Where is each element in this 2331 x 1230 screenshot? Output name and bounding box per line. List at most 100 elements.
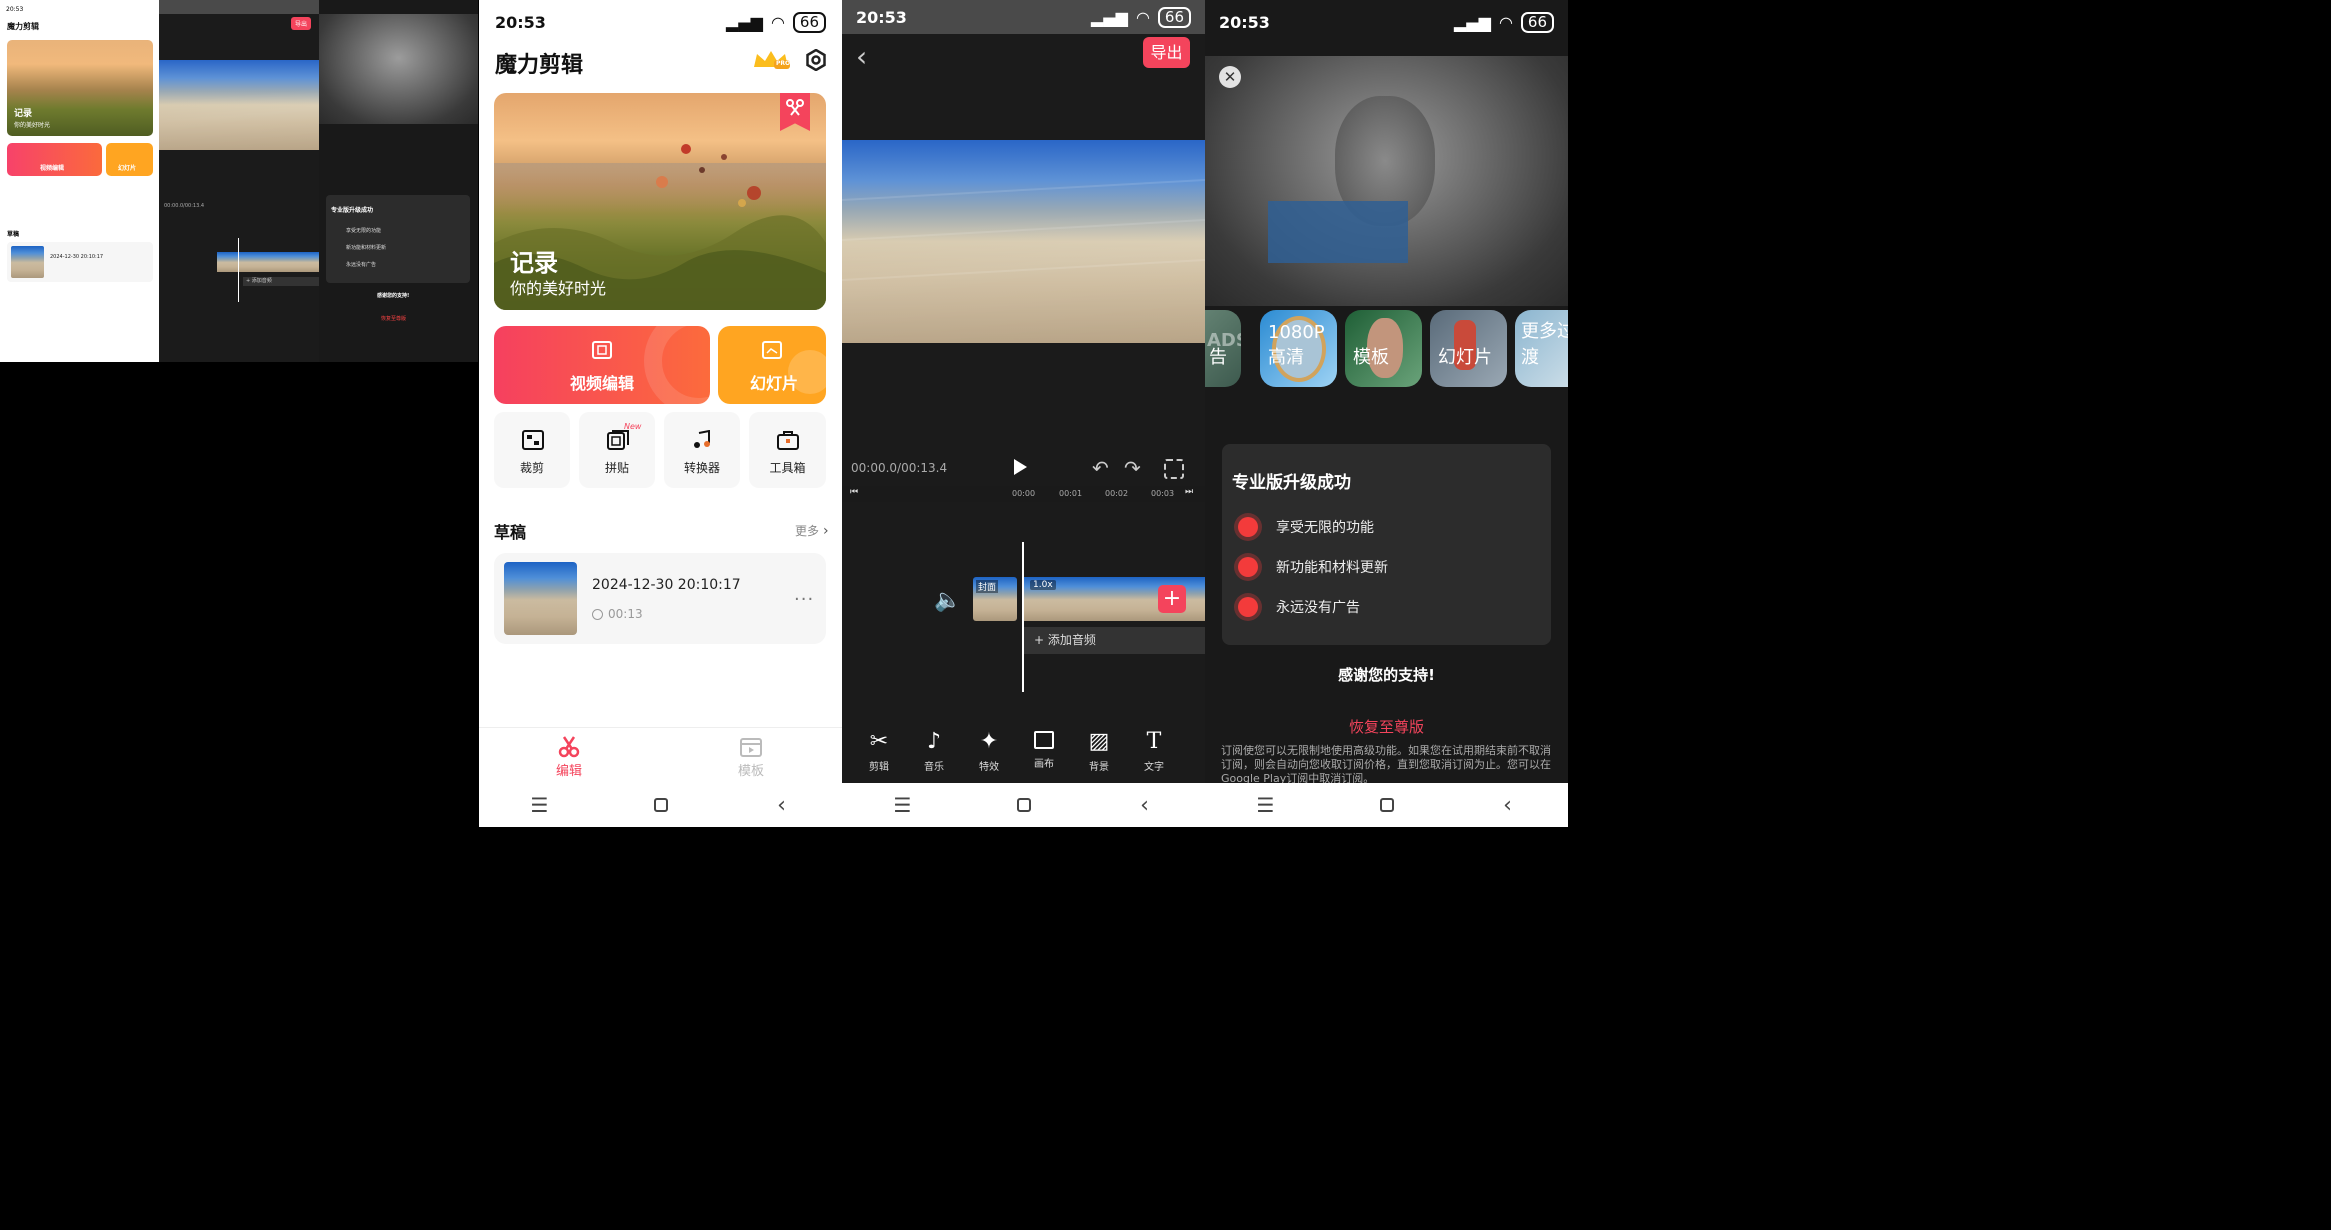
app-title: 魔力剪辑 xyxy=(495,53,584,78)
video-edit-button[interactable]: 视频编辑 xyxy=(494,326,710,404)
add-audio-track[interactable]: + 添加音频 xyxy=(1024,627,1205,654)
play-button[interactable] xyxy=(1014,459,1027,475)
drafts-more-link[interactable]: 更多 › xyxy=(795,522,829,539)
battery-indicator: 66 xyxy=(792,11,826,33)
crown-pro-button[interactable]: PRO xyxy=(751,48,791,72)
pro-status-time: 20:53 xyxy=(1219,12,1270,32)
tool-toolbox[interactable]: 工具箱 xyxy=(749,412,826,488)
mini-video-edit-button[interactable]: 视频编辑 xyxy=(7,143,102,176)
tool-collage[interactable]: New 拼贴 xyxy=(579,412,655,488)
category-card-slideshow[interactable]: 幻灯片 xyxy=(1430,310,1507,387)
scissors-icon xyxy=(786,99,804,116)
tool-crop[interactable]: 裁剪 xyxy=(494,412,570,488)
square-icon xyxy=(653,798,668,812)
skip-end-icon[interactable]: ⏭ xyxy=(1185,487,1193,497)
nav-recents-button[interactable]: ☰ xyxy=(510,783,570,827)
draft-more-button[interactable]: ··· xyxy=(794,589,814,610)
banner-subtitle: 你的美好时光 xyxy=(510,279,607,298)
mini-home-screen[interactable]: 20:53 魔力剪辑 记录 你的美好时光 视频编辑 幻灯片 草稿 2024-12… xyxy=(0,0,159,362)
banner-title: 记录 xyxy=(510,249,558,277)
nav-recents-button[interactable]: ☰ xyxy=(873,783,933,827)
preview-motion-lines xyxy=(842,179,1205,281)
editor-back-button[interactable]: ‹ xyxy=(856,40,867,73)
tool-converter[interactable]: 转换器 xyxy=(664,412,740,488)
tool-clip[interactable]: ✂ 剪辑 xyxy=(864,729,894,773)
mini-pro-screen[interactable]: 专业版升级成功 享受无限的功能 新功能和材料更新 永远没有广告 感谢您的支持! … xyxy=(319,0,478,362)
tool-text[interactable]: T 文字 xyxy=(1139,729,1169,773)
mini-draft-thumbnail xyxy=(11,246,44,278)
square-icon xyxy=(1016,798,1031,812)
playhead[interactable] xyxy=(1022,542,1024,692)
square-icon xyxy=(1379,798,1394,812)
mini-app-title: 魔力剪辑 xyxy=(7,22,39,31)
mini-draft-card[interactable]: 2024-12-30 20:10:17 xyxy=(7,242,153,282)
editor-status-time: 20:53 xyxy=(856,7,907,27)
editor-screen: 20:53 ▂▄▆ ◠ 66 ‹ 导出 00:00.0/00:13.4 ↶ ↷ … xyxy=(842,0,1205,827)
nav-back-button[interactable]: ‹ xyxy=(1478,783,1538,827)
fullscreen-button[interactable] xyxy=(1164,459,1184,479)
mini-export-button[interactable]: 导出 xyxy=(291,17,312,30)
draft-thumbnail xyxy=(504,562,577,635)
tab-template[interactable]: 模板 xyxy=(731,736,771,779)
more-dots-icon: ··· xyxy=(794,589,815,610)
canvas-icon xyxy=(1034,731,1054,749)
nav-recents-button[interactable]: ☰ xyxy=(1236,783,1296,827)
mini-banner: 记录 你的美好时光 xyxy=(7,40,153,136)
slideshow-button[interactable]: 幻灯片 xyxy=(718,326,826,404)
mini-restore[interactable]: 恢复至尊版 xyxy=(381,315,406,322)
mini-pro-card: 专业版升级成功 享受无限的功能 新功能和材料更新 永远没有广告 xyxy=(326,195,470,283)
nav-home-button[interactable] xyxy=(1357,783,1417,827)
close-icon: ✕ xyxy=(1223,68,1237,86)
nav-back-button[interactable]: ‹ xyxy=(752,783,812,827)
mini-add-audio[interactable]: + 添加音频 xyxy=(243,277,319,286)
tool-canvas[interactable]: 画布 xyxy=(1029,729,1059,770)
restore-link[interactable]: 恢复至尊版 xyxy=(1205,716,1568,737)
hero-blue-card xyxy=(1268,201,1408,263)
redo-button[interactable]: ↷ xyxy=(1124,456,1141,480)
signal-icon: ▂▄▆ xyxy=(1454,12,1491,32)
slides-icon xyxy=(762,341,782,359)
nav-back-button[interactable]: ‹ xyxy=(1115,783,1175,827)
benefit-row: 永远没有广告 xyxy=(1238,597,1360,617)
category-card-transitions[interactable]: 更多过渡 xyxy=(1515,310,1568,387)
video-preview xyxy=(842,140,1205,343)
plus-icon: + xyxy=(1162,586,1182,611)
wifi-icon: ◠ xyxy=(770,12,785,32)
category-card-template[interactable]: 模板 xyxy=(1345,310,1422,387)
cover-clip[interactable]: 封面 xyxy=(973,577,1017,621)
mini-pro-hero xyxy=(319,14,478,124)
category-strip: 告 ADS 1080P 高清 模板 幻灯片 更多过渡 xyxy=(1205,310,1568,387)
nav-home-button[interactable] xyxy=(994,783,1054,827)
tool-effects[interactable]: ✦ 特效 xyxy=(974,729,1004,773)
video-edit-decoration xyxy=(644,326,710,404)
draft-date: 2024-12-30 20:10:17 xyxy=(592,577,741,593)
thumbnail-strip: 20:53 魔力剪辑 记录 你的美好时光 视频编辑 幻灯片 草稿 2024-12… xyxy=(0,0,478,362)
category-card-1080p[interactable]: 1080P 高清 xyxy=(1260,310,1337,387)
music-convert-icon xyxy=(694,430,710,448)
status-time: 20:53 xyxy=(495,12,546,32)
category-card-ads[interactable]: 告 ADS xyxy=(1205,310,1241,387)
tool-music[interactable]: ♪ 音乐 xyxy=(919,729,949,773)
home-banner[interactable]: 记录 你的美好时光 xyxy=(494,93,826,310)
collage-icon xyxy=(607,430,629,450)
settings-button[interactable] xyxy=(805,49,827,71)
add-clip-button[interactable]: + xyxy=(1158,585,1186,613)
upgrade-title: 专业版升级成功 xyxy=(1232,473,1351,493)
undo-button[interactable]: ↶ xyxy=(1092,456,1109,480)
nav-home-button[interactable] xyxy=(631,783,691,827)
mini-slideshow-button[interactable]: 幻灯片 xyxy=(106,143,153,176)
tab-edit[interactable]: 编辑 xyxy=(549,736,589,779)
tool-collage-label: 拼贴 xyxy=(604,461,629,475)
background-icon: ▨ xyxy=(1088,729,1110,754)
skip-start-icon[interactable]: ⏮ xyxy=(850,487,858,497)
volume-button[interactable]: 🔈 xyxy=(934,588,961,613)
tool-background[interactable]: ▨ 背景 xyxy=(1084,729,1114,773)
pro-hero-image xyxy=(1205,56,1568,306)
mini-editor-screen[interactable]: 导出 00:00.0/00:13.4 + 添加音频 xyxy=(159,0,319,362)
export-button[interactable]: 导出 xyxy=(1143,37,1190,68)
thanks-text: 感谢您的支持! xyxy=(1338,666,1435,684)
close-button[interactable]: ✕ xyxy=(1219,66,1241,88)
upgrade-card: 专业版升级成功 享受无限的功能 新功能和材料更新 永远没有广告 xyxy=(1222,444,1551,645)
draft-card[interactable]: 2024-12-30 20:10:17 00:13 ··· xyxy=(494,553,826,644)
benefit-row: 新功能和材料更新 xyxy=(1238,557,1388,577)
